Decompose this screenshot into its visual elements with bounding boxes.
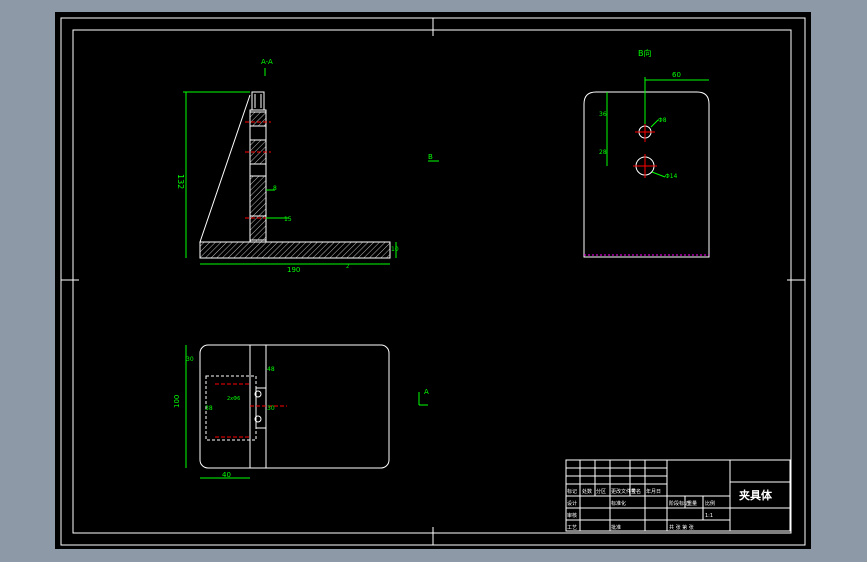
tb-design: 设计: [567, 500, 577, 507]
top-boss: [251, 91, 265, 111]
dim-top-hole: 2xΦ6: [227, 396, 240, 402]
dim-top-slot: 30: [267, 405, 275, 412]
dim-b-offset-text: 60: [672, 71, 681, 79]
view-marker-b: B: [428, 153, 433, 161]
cad-viewport[interactable]: A-A 132 190 8 15 10 2 B B向 60 36 28 Φ8 Φ…: [0, 0, 867, 562]
dim-b-d2: 28: [599, 149, 607, 156]
dim-top-h2: 38: [205, 405, 213, 412]
outer-frame: [60, 17, 806, 546]
tb-standard: 标准化: [611, 500, 626, 507]
tb-count: 处数: [582, 488, 592, 495]
dim-web-text: 15: [284, 216, 292, 223]
dim-base-extra: 2: [346, 264, 349, 270]
dim-b-hole2: Φ14: [665, 173, 678, 180]
view-marker-a: A: [424, 388, 429, 396]
top-outline: [199, 344, 390, 469]
section-label: A-A: [261, 58, 273, 66]
tb-signature: 签名: [631, 488, 641, 495]
dim-base-text: 190: [287, 266, 300, 274]
dim-top-h1: 30: [186, 356, 194, 363]
leader-hole1: [650, 119, 659, 128]
tb-weight: 重量: [687, 500, 697, 507]
dim-top-r: 48: [267, 366, 275, 373]
hatch-web-3: [249, 175, 267, 217]
tb-scale-value: 1:1: [705, 513, 713, 519]
top-view: 100 30 40 38 48 30 2xΦ6: [173, 344, 390, 479]
drawing-canvas: A-A 132 190 8 15 10 2 B B向 60 36 28 Φ8 Φ…: [60, 17, 806, 546]
base-plate: [199, 241, 391, 259]
inner-frame: [72, 29, 792, 534]
tb-sheet-of: 共 张 第 张: [669, 524, 694, 531]
rib-outline: [199, 94, 251, 243]
tb-stage-mark: 阶段标记: [669, 500, 689, 507]
dim-top-w: 40: [222, 471, 231, 479]
dim-b-d1: 36: [599, 111, 607, 118]
dim-rib-text: 8: [273, 185, 277, 192]
tb-title: 夹具体: [739, 488, 773, 502]
dim-basethk-text: 10: [391, 246, 399, 253]
drawing-sheet: A-A 132 190 8 15 10 2 B B向 60 36 28 Φ8 Φ…: [55, 12, 811, 549]
tb-process: 工艺: [567, 525, 577, 531]
title-block-text: 标记 处数 分区 更改文件号 签名 年月日 设计 标准化 审核 工艺 批准 阶段…: [567, 488, 773, 531]
dim-height-text: 132: [176, 174, 185, 189]
tb-approve: 批准: [611, 524, 621, 531]
view-b: B向 60 36 28 Φ8 Φ14: [583, 48, 710, 258]
tb-mark: 标记: [567, 488, 577, 495]
tb-zone: 分区: [596, 488, 606, 495]
dim-b-hole1: Φ8: [658, 117, 667, 124]
tb-scale: 比例: [705, 500, 715, 507]
dim-top-total: 100: [173, 395, 181, 408]
hatch-web-1: [249, 111, 267, 127]
hatch-web-4: [249, 215, 267, 243]
section-view-aa: A-A 132 190 8 15 10 2: [176, 58, 399, 274]
leader-hole2: [651, 171, 666, 178]
tb-date: 年月日: [646, 488, 661, 495]
top-hidden-rib: [205, 375, 257, 441]
view-b-label: B向: [638, 48, 652, 58]
tb-review: 审核: [567, 512, 577, 519]
